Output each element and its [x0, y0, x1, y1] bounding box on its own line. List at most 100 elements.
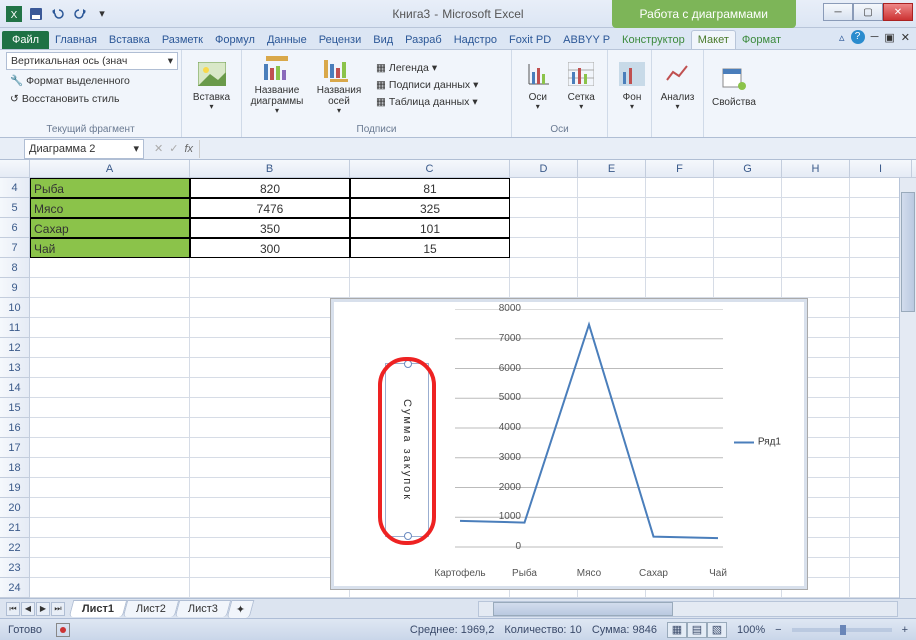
cell[interactable] [190, 518, 350, 538]
column-header-C[interactable]: C [350, 160, 510, 177]
cell[interactable] [190, 438, 350, 458]
tab-chart-design[interactable]: Конструктор [616, 31, 691, 49]
cell[interactable] [782, 198, 850, 218]
embedded-chart[interactable]: 010002000300040005000600070008000 Картоф… [330, 298, 808, 590]
cell[interactable] [190, 478, 350, 498]
cell[interactable] [30, 518, 190, 538]
cell[interactable] [782, 238, 850, 258]
cell[interactable] [190, 538, 350, 558]
cell[interactable] [646, 258, 714, 278]
chart-element-selector[interactable]: Вертикальная ось (знач▾ [6, 52, 178, 70]
tab-nav-last[interactable]: ⏭ [51, 602, 65, 616]
zoom-level[interactable]: 100% [737, 624, 765, 636]
tab-foxit[interactable]: Foxit PD [503, 31, 557, 49]
tab-review[interactable]: Рецензи [313, 31, 368, 49]
redo-icon[interactable] [70, 4, 90, 24]
cell[interactable]: Рыба [30, 178, 190, 198]
tab-home[interactable]: Главная [49, 31, 103, 49]
cell[interactable] [190, 458, 350, 478]
cell[interactable] [30, 498, 190, 518]
tab-chart-layout[interactable]: Макет [691, 30, 736, 49]
tab-file[interactable]: Файл [2, 31, 49, 49]
tab-nav-prev[interactable]: ◀ [21, 602, 35, 616]
cell[interactable] [510, 198, 578, 218]
column-header-A[interactable]: A [30, 160, 190, 177]
cell[interactable] [782, 178, 850, 198]
cell[interactable] [646, 238, 714, 258]
legend-button[interactable]: ▦Легенда ▾ [372, 60, 482, 76]
cell[interactable] [646, 198, 714, 218]
cell[interactable] [190, 398, 350, 418]
cell[interactable] [30, 258, 190, 278]
cell[interactable]: 15 [350, 238, 510, 258]
tab-developer[interactable]: Разраб [399, 31, 448, 49]
cell[interactable] [30, 458, 190, 478]
cell[interactable] [190, 318, 350, 338]
cell[interactable] [714, 218, 782, 238]
maximize-button[interactable]: ▢ [853, 3, 883, 21]
row-header[interactable]: 11 [0, 318, 30, 338]
axes-button[interactable]: Оси▾ [518, 52, 558, 118]
cell[interactable] [30, 538, 190, 558]
column-header-D[interactable]: D [510, 160, 578, 177]
cell[interactable] [30, 418, 190, 438]
cell[interactable] [30, 338, 190, 358]
row-header[interactable]: 20 [0, 498, 30, 518]
save-icon[interactable] [26, 4, 46, 24]
tab-layout[interactable]: Разметк [156, 31, 209, 49]
cell[interactable] [510, 258, 578, 278]
cell[interactable] [190, 498, 350, 518]
column-header-I[interactable]: I [850, 160, 912, 177]
select-all-corner[interactable] [0, 160, 30, 177]
tab-insert[interactable]: Вставка [103, 31, 156, 49]
tab-chart-format[interactable]: Формат [736, 31, 787, 49]
name-box[interactable]: Диаграмма 2▾ [24, 139, 144, 159]
row-header[interactable]: 22 [0, 538, 30, 558]
cell[interactable] [190, 278, 350, 298]
horizontal-scrollbar[interactable] [478, 601, 898, 617]
cell[interactable]: 300 [190, 238, 350, 258]
chart-plot-area[interactable] [455, 309, 723, 565]
data-table-button[interactable]: ▦Таблица данных ▾ [372, 94, 482, 110]
row-header[interactable]: 13 [0, 358, 30, 378]
cell[interactable] [190, 418, 350, 438]
cell[interactable] [190, 378, 350, 398]
confirm-icon[interactable]: ✓ [169, 142, 178, 155]
formula-input[interactable] [199, 140, 916, 158]
cell[interactable] [30, 358, 190, 378]
reset-style-button[interactable]: ↺Восстановить стиль [6, 91, 175, 107]
row-header[interactable]: 15 [0, 398, 30, 418]
row-header[interactable]: 5 [0, 198, 30, 218]
cell[interactable]: 7476 [190, 198, 350, 218]
cell[interactable] [30, 398, 190, 418]
cell[interactable]: 350 [190, 218, 350, 238]
cell[interactable]: Мясо [30, 198, 190, 218]
insert-button[interactable]: Вставка▾ [188, 52, 235, 118]
help-icon[interactable]: ? [851, 30, 865, 44]
column-header-B[interactable]: B [190, 160, 350, 177]
cell[interactable] [30, 318, 190, 338]
cell[interactable] [190, 258, 350, 278]
ribbon-minimize-icon[interactable]: ▵ [839, 31, 845, 44]
cell[interactable] [714, 178, 782, 198]
cell[interactable] [30, 278, 190, 298]
cell[interactable] [30, 478, 190, 498]
workbook-restore-icon[interactable]: ▣ [884, 31, 894, 44]
cell[interactable] [190, 578, 350, 598]
cell[interactable] [510, 238, 578, 258]
background-button[interactable]: Фон▾ [614, 52, 650, 118]
tab-nav-first[interactable]: ⏮ [6, 602, 20, 616]
cell[interactable] [782, 278, 850, 298]
workbook-close-icon[interactable]: ✕ [901, 31, 910, 44]
column-header-H[interactable]: H [782, 160, 850, 177]
cell[interactable] [578, 278, 646, 298]
macro-record-icon[interactable] [56, 623, 70, 637]
minimize-button[interactable]: ─ [823, 3, 853, 21]
chart-legend[interactable]: Ряд1 [734, 437, 781, 448]
close-button[interactable]: ✕ [883, 3, 913, 21]
chart-line-series[interactable] [455, 309, 723, 565]
cell[interactable] [30, 438, 190, 458]
view-normal-button[interactable]: ▦ [667, 622, 687, 638]
cell[interactable] [30, 298, 190, 318]
cell[interactable] [578, 258, 646, 278]
